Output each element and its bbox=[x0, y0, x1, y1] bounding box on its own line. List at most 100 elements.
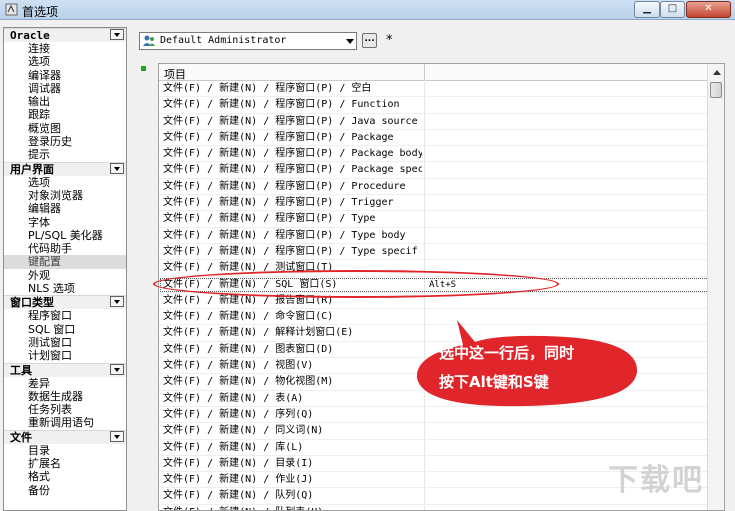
sidebar-item[interactable]: 输出 bbox=[28, 95, 126, 108]
table-row[interactable]: 文件(F) / 新建(N) / 程序窗口(P) / Package spec bbox=[159, 162, 724, 179]
table-row[interactable]: 文件(F) / 新建(N) / 程序窗口(P) / Trigger bbox=[159, 195, 724, 212]
preferences-sidebar: Oracle 连接 选项 编译器 调试器 输出 跟踪 概览图 登录历史 提示 用户界面 选项 对象浏览器… bbox=[3, 27, 127, 511]
profile-value: Default Administrator bbox=[160, 35, 287, 46]
profile-more-button[interactable]: ... bbox=[362, 33, 377, 48]
sidebar-item[interactable]: 目录 bbox=[28, 444, 126, 457]
sidebar-item[interactable]: 差异 bbox=[28, 377, 126, 390]
table-row[interactable]: 文件(F) / 新建(N) / 队列表(U) bbox=[159, 505, 724, 510]
sidebar-item[interactable]: 备份 bbox=[28, 484, 126, 497]
row-item-path: 文件(F) / 新建(N) / SQL 窗口(S) bbox=[163, 278, 338, 290]
users-icon bbox=[143, 35, 155, 46]
row-item-path: 文件(F) / 新建(N) / 序列(Q) bbox=[163, 408, 314, 420]
modified-marker: * bbox=[386, 33, 393, 48]
watermark-logo: 下载吧 bbox=[608, 463, 704, 498]
sidebar-section-header[interactable]: 用户界面 bbox=[4, 161, 126, 176]
row-item-path: 文件(F) / 新建(N) / 程序窗口(P) / Procedure bbox=[163, 180, 406, 192]
table-row[interactable]: 文件(F) / 新建(N) / 程序窗口(P) / Function bbox=[159, 97, 724, 114]
table-row[interactable]: 文件(F) / 新建(N) / 程序窗口(P) / Procedure bbox=[159, 179, 724, 196]
table-row[interactable]: 文件(F) / 新建(N) / 程序窗口(P) / Type bbox=[159, 211, 724, 228]
row-item-path: 文件(F) / 新建(N) / 程序窗口(P) / Type bbox=[163, 213, 376, 225]
callout-line-2: 按下Alt键和S键 bbox=[439, 373, 549, 391]
sidebar-item[interactable]: 调试器 bbox=[28, 82, 126, 95]
sidebar-section-title: 用户界面 bbox=[10, 162, 54, 176]
sidebar-item[interactable]: 任务列表 bbox=[28, 403, 126, 416]
collapse-icon[interactable] bbox=[110, 430, 124, 442]
row-item-path: 文件(F) / 新建(N) / 程序窗口(P) / Package spec bbox=[163, 164, 422, 176]
profile-select[interactable]: Default Administrator bbox=[139, 32, 357, 50]
row-shortcut[interactable]: Alt+S bbox=[429, 277, 456, 293]
sidebar-item[interactable]: SQL 窗口 bbox=[28, 323, 126, 336]
minimize-button[interactable]: ▁ bbox=[634, 1, 660, 18]
sidebar-item[interactable]: NLS 选项 bbox=[28, 282, 126, 295]
row-item-path: 文件(F) / 新建(N) / 队列(Q) bbox=[163, 490, 314, 502]
title-bar: 首选项 ▁ □ ✕ bbox=[0, 0, 735, 20]
sidebar-item[interactable]: 编译器 bbox=[28, 69, 126, 82]
sidebar-section-header[interactable]: 窗口类型 bbox=[4, 295, 126, 310]
table-row[interactable]: 文件(F) / 新建(N) / 库(L) bbox=[159, 440, 724, 456]
sidebar-item[interactable]: 登录历史 bbox=[28, 135, 126, 148]
app-icon bbox=[5, 3, 18, 16]
table-row[interactable]: 文件(F) / 新建(N) / 测试窗口(T) bbox=[159, 260, 724, 277]
row-item-path: 文件(F) / 新建(N) / 库(L) bbox=[163, 441, 304, 453]
status-indicator-icon bbox=[141, 66, 146, 71]
table-row[interactable]: 文件(F) / 新建(N) / 程序窗口(P) / Type body bbox=[159, 228, 724, 244]
grid-rows: 文件(F) / 新建(N) / 程序窗口(P) / 空白 文件(F) / 新建(N… bbox=[159, 81, 724, 510]
collapse-icon[interactable] bbox=[110, 363, 124, 375]
scroll-thumb[interactable] bbox=[710, 82, 722, 98]
close-button[interactable]: ✕ bbox=[686, 1, 731, 18]
row-item-path: 文件(F) / 新建(N) / 程序窗口(P) / Trigger bbox=[163, 197, 394, 209]
sidebar-item[interactable]: 代码助手 bbox=[28, 242, 126, 255]
sidebar-item[interactable]: 跟踪 bbox=[28, 108, 126, 121]
sidebar-item[interactable]: 对象浏览器 bbox=[28, 189, 126, 202]
sidebar-item[interactable]: 扩展名 bbox=[28, 457, 126, 470]
sidebar-item[interactable]: 连接 bbox=[28, 42, 126, 55]
table-row[interactable]: 文件(F) / 新建(N) / 程序窗口(P) / 空白 bbox=[159, 81, 724, 98]
sidebar-item[interactable]: 概览图 bbox=[28, 122, 126, 135]
sidebar-item[interactable]: 程序窗口 bbox=[28, 309, 126, 322]
sidebar-item[interactable]: 重新调用语句 bbox=[28, 416, 126, 429]
table-row[interactable]: 文件(F) / 新建(N) / 程序窗口(P) / Java source bbox=[159, 114, 724, 130]
window-title: 首选项 bbox=[22, 5, 59, 19]
sidebar-item[interactable]: 数据生成器 bbox=[28, 390, 126, 403]
table-row[interactable]: 文件(F) / 新建(N) / 程序窗口(P) / Type specif bbox=[159, 244, 724, 261]
collapse-icon[interactable] bbox=[110, 296, 124, 308]
row-item-path: 文件(F) / 新建(N) / 物化视图(M) bbox=[163, 376, 334, 388]
sidebar-section-header[interactable]: 工具 bbox=[4, 362, 126, 377]
sidebar-item[interactable]: 键配置 bbox=[4, 255, 126, 269]
collapse-icon[interactable] bbox=[110, 162, 124, 174]
grid-header: 项目 bbox=[159, 64, 724, 81]
sidebar-item[interactable]: 测试窗口 bbox=[28, 336, 126, 349]
vertical-scrollbar[interactable] bbox=[707, 64, 724, 510]
table-row[interactable]: 文件(F) / 新建(N) / 报告窗口(R) bbox=[159, 293, 724, 310]
callout-line-1: 选中这一行后，同时 bbox=[439, 344, 575, 362]
table-row[interactable]: 文件(F) / 新建(N) / SQL 窗口(S) Alt+S bbox=[159, 277, 724, 293]
sidebar-item[interactable]: 字体 bbox=[28, 216, 126, 229]
collapse-icon[interactable] bbox=[110, 29, 124, 40]
sidebar-item[interactable]: 计划窗口 bbox=[28, 349, 126, 362]
sidebar-section-title: Oracle bbox=[10, 29, 50, 42]
row-item-path: 文件(F) / 新建(N) / 目录(I) bbox=[163, 457, 314, 469]
table-row[interactable]: 文件(F) / 新建(N) / 同义词(N) bbox=[159, 423, 724, 440]
grid-header-item: 项目 bbox=[164, 68, 186, 81]
maximize-button[interactable]: □ bbox=[660, 1, 685, 18]
sidebar-item[interactable]: PL/SQL 美化器 bbox=[28, 229, 126, 242]
sidebar-item[interactable]: 格式 bbox=[28, 470, 126, 483]
sidebar-section-header[interactable]: 文件 bbox=[4, 429, 126, 444]
row-item-path: 文件(F) / 新建(N) / 队列表(U) bbox=[163, 505, 422, 510]
table-row[interactable]: 文件(F) / 新建(N) / 程序窗口(P) / Package body bbox=[159, 146, 724, 163]
row-item-path: 文件(F) / 新建(N) / 表(A) bbox=[163, 392, 304, 404]
chevron-down-icon bbox=[346, 39, 354, 44]
sidebar-item[interactable]: 编辑器 bbox=[28, 202, 126, 215]
row-item-path: 文件(F) / 新建(N) / 命令窗口(C) bbox=[163, 311, 334, 323]
sidebar-item[interactable]: 选项 bbox=[28, 176, 126, 189]
sidebar-section-header[interactable]: Oracle bbox=[4, 28, 126, 42]
table-row[interactable]: 文件(F) / 新建(N) / 程序窗口(P) / Package bbox=[159, 130, 724, 147]
row-item-path: 文件(F) / 新建(N) / 图表窗口(D) bbox=[163, 343, 334, 355]
sidebar-item[interactable]: 选项 bbox=[28, 55, 126, 68]
scroll-up-icon[interactable] bbox=[710, 65, 723, 79]
sidebar-item[interactable]: 提示 bbox=[28, 148, 126, 161]
row-item-path: 文件(F) / 新建(N) / 报告窗口(R) bbox=[163, 294, 334, 306]
callout-text: 选中这一行后，同时 按下Alt键和S键 bbox=[439, 339, 649, 397]
sidebar-item[interactable]: 外观 bbox=[28, 269, 126, 282]
row-item-path: 文件(F) / 新建(N) / 程序窗口(P) / Package body bbox=[163, 148, 422, 160]
